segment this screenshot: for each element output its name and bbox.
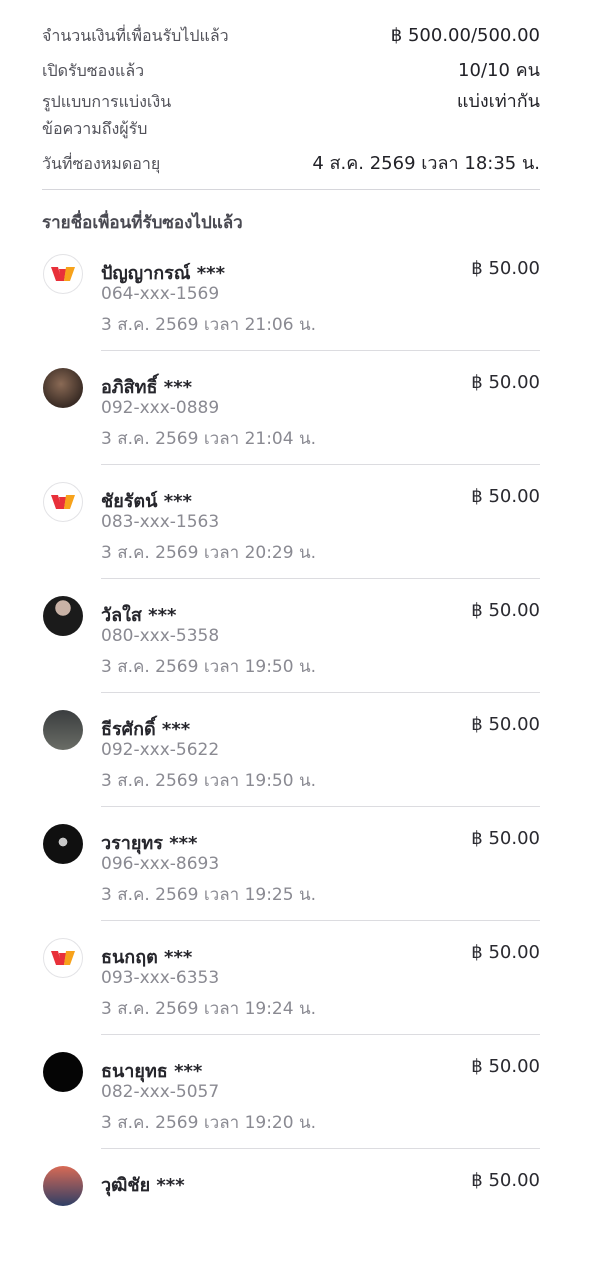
- recipient-name: วุฒิชัย ***: [101, 1175, 185, 1196]
- angpao-detail-page: จำนวนเงินที่เพื่อนรับไปแล้ว ฿ 500.00/500…: [0, 0, 590, 1206]
- truemoney-logo-icon: [43, 482, 83, 522]
- recipient-name: ธนายุทธ ***: [101, 1061, 203, 1082]
- recipient-name: ปัญญากรณ์ ***: [101, 263, 225, 284]
- recipient-phone: 093-xxx-6353: [101, 968, 220, 988]
- recipient-name: วรายุทร ***: [101, 833, 198, 854]
- summary-label: รูปแบบการแบ่งเงิน: [42, 92, 172, 111]
- recipient-list: ปัญญากรณ์ *** ฿ 50.00 064-xxx-1569 3 ส.ค…: [0, 250, 590, 1276]
- recipient-name: ชัยรัตน์ ***: [101, 491, 192, 512]
- recipient-time: 3 ส.ค. 2569 เวลา 20:29 น.: [101, 543, 316, 563]
- avatar: [43, 710, 83, 750]
- summary-value: แบ่งเท่ากัน: [456, 91, 540, 112]
- row-divider: [101, 1148, 540, 1149]
- recipient-name: วัลใส ***: [101, 605, 177, 626]
- recipient-time: 3 ส.ค. 2569 เวลา 19:50 น.: [101, 771, 316, 791]
- recipient-item[interactable]: วรายุทร *** ฿ 50.00 096-xxx-8693 3 ส.ค. …: [0, 820, 590, 934]
- recipient-item[interactable]: ธนกฤต *** ฿ 50.00 093-xxx-6353 3 ส.ค. 25…: [0, 934, 590, 1048]
- recipient-phone: 080-xxx-5358: [101, 626, 220, 646]
- summary-message: ข้อความถึงผู้รับ: [42, 117, 540, 148]
- recipient-item[interactable]: อภิสิทธิ์ *** ฿ 50.00 092-xxx-0889 3 ส.ค…: [0, 364, 590, 478]
- recipient-amount: ฿ 50.00: [471, 258, 540, 279]
- recipient-time: 3 ส.ค. 2569 เวลา 19:25 น.: [101, 885, 316, 905]
- summary-value: ฿ 500.00/500.00: [390, 25, 540, 46]
- recipient-phone: 083-xxx-1563: [101, 512, 220, 532]
- row-divider: [101, 350, 540, 351]
- row-divider: [101, 806, 540, 807]
- recipient-item[interactable]: ธนายุทธ *** ฿ 50.00 082-xxx-5057 3 ส.ค. …: [0, 1048, 590, 1162]
- recipient-phone: 096-xxx-8693: [101, 854, 220, 874]
- recipient-item[interactable]: ชัยรัตน์ *** ฿ 50.00 083-xxx-1563 3 ส.ค.…: [0, 478, 590, 592]
- recipient-time: 3 ส.ค. 2569 เวลา 21:04 น.: [101, 429, 316, 449]
- avatar: [43, 368, 83, 408]
- avatar: [43, 596, 83, 636]
- summary-value: 10/10 คน: [458, 60, 540, 81]
- recipient-amount: ฿ 50.00: [471, 1056, 540, 1077]
- summary-expiry-date: วันที่ซองหมดอายุ 4 ส.ค. 2569 เวลา 18:35 …: [42, 148, 540, 179]
- recipient-time: 3 ส.ค. 2569 เวลา 19:24 น.: [101, 999, 316, 1019]
- recipient-amount: ฿ 50.00: [471, 600, 540, 621]
- recipient-amount: ฿ 50.00: [471, 372, 540, 393]
- recipient-name: อภิสิทธิ์ ***: [101, 377, 193, 398]
- recipient-amount: ฿ 50.00: [471, 942, 540, 963]
- recipient-time: 3 ส.ค. 2569 เวลา 19:50 น.: [101, 657, 316, 677]
- recipient-item[interactable]: ปัญญากรณ์ *** ฿ 50.00 064-xxx-1569 3 ส.ค…: [0, 250, 590, 364]
- recipient-time: 3 ส.ค. 2569 เวลา 19:20 น.: [101, 1113, 316, 1133]
- avatar: [43, 1166, 83, 1206]
- recipient-item[interactable]: ธีรศักดิ์ *** ฿ 50.00 092-xxx-5622 3 ส.ค…: [0, 706, 590, 820]
- summary-received-amount: จำนวนเงินที่เพื่อนรับไปแล้ว ฿ 500.00/500…: [42, 24, 540, 55]
- row-divider: [101, 464, 540, 465]
- section-divider: [42, 189, 540, 190]
- recipient-name: ธีรศักดิ์ ***: [101, 719, 191, 740]
- summary-label: เปิดรับซองแล้ว: [42, 61, 145, 80]
- summary-label: จำนวนเงินที่เพื่อนรับไปแล้ว: [42, 26, 229, 45]
- recipient-amount: ฿ 50.00: [471, 828, 540, 849]
- recipients-section-title: รายชื่อเพื่อนที่รับซองไปแล้ว: [42, 213, 243, 233]
- row-divider: [101, 920, 540, 921]
- recipient-item[interactable]: วุฒิชัย *** ฿ 50.00: [0, 1162, 590, 1276]
- summary-opened-count: เปิดรับซองแล้ว 10/10 คน: [42, 55, 540, 86]
- truemoney-logo-icon: [43, 254, 83, 294]
- recipient-name: ธนกฤต ***: [101, 947, 193, 968]
- recipient-item[interactable]: วัลใส *** ฿ 50.00 080-xxx-5358 3 ส.ค. 25…: [0, 592, 590, 706]
- recipient-amount: ฿ 50.00: [471, 1170, 540, 1191]
- recipient-time: 3 ส.ค. 2569 เวลา 21:06 น.: [101, 315, 316, 335]
- avatar: [43, 1052, 83, 1092]
- recipient-phone: 064-xxx-1569: [101, 284, 220, 304]
- summary-value: 4 ส.ค. 2569 เวลา 18:35 น.: [312, 153, 540, 174]
- recipient-amount: ฿ 50.00: [471, 714, 540, 735]
- summary-split-type: รูปแบบการแบ่งเงิน แบ่งเท่ากัน: [42, 86, 540, 117]
- recipient-phone: 092-xxx-5622: [101, 740, 220, 760]
- summary-label: วันที่ซองหมดอายุ: [42, 154, 161, 173]
- avatar: [43, 824, 83, 864]
- recipient-phone: 082-xxx-5057: [101, 1082, 220, 1102]
- summary-section: จำนวนเงินที่เพื่อนรับไปแล้ว ฿ 500.00/500…: [42, 24, 540, 179]
- recipient-phone: 092-xxx-0889: [101, 398, 220, 418]
- row-divider: [101, 578, 540, 579]
- truemoney-logo-icon: [43, 938, 83, 978]
- row-divider: [101, 1034, 540, 1035]
- row-divider: [101, 692, 540, 693]
- summary-label: ข้อความถึงผู้รับ: [42, 119, 148, 138]
- recipient-amount: ฿ 50.00: [471, 486, 540, 507]
